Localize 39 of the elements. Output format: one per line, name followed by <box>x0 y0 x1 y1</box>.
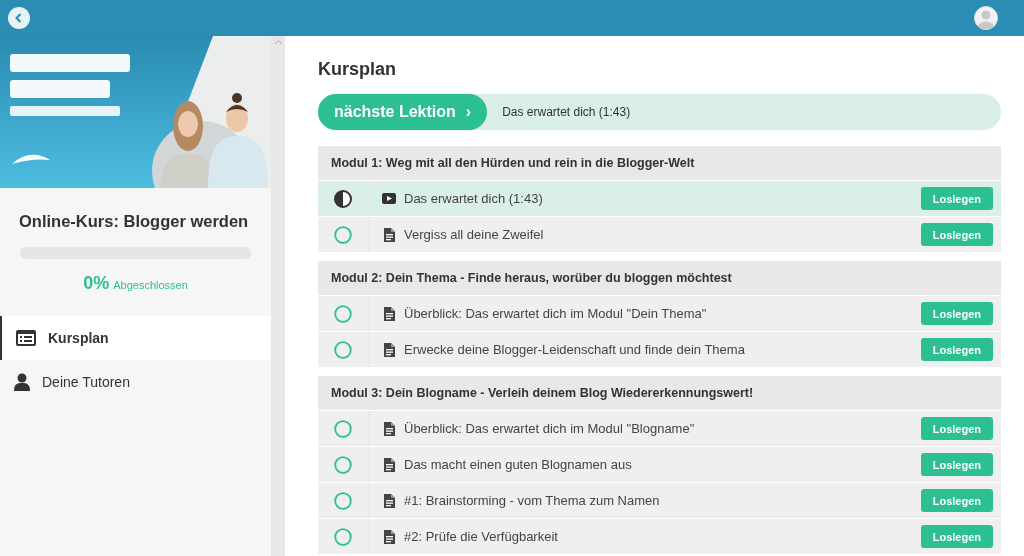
module-header: Modul 2: Dein Thema - Finde heraus, worüber du bloggen möchtest <box>318 261 1001 295</box>
lesson-row[interactable]: #1: Brainstorming - vom Thema zum Namen Loslegen <box>318 483 1001 518</box>
lesson-row[interactable]: Überblick: Das erwartet dich im Modul "Dein Thema" Loslegen <box>318 296 1001 331</box>
document-icon <box>383 457 395 472</box>
document-icon <box>383 342 395 357</box>
document-icon <box>383 493 395 508</box>
lesson-row[interactable]: Vergiss all deine Zweifel Loslegen <box>318 217 1001 252</box>
lesson-row[interactable]: Das macht einen guten Blognamen aus Loslegen <box>318 447 1001 482</box>
page-title: Kursplan <box>318 59 397 80</box>
lesson-title: Das erwartet dich (1:43) <box>404 191 544 206</box>
lesson-title: Überblick: Das erwartet dich im Modul "Dein Thema" <box>404 306 708 321</box>
person-icon <box>14 373 30 391</box>
lesson-title: Vergiss all deine Zweifel <box>404 227 545 242</box>
lesson-title: #2: Prüfe die Verfügbarkeit <box>404 529 559 544</box>
module-header: Modul 1: Weg mit all den Hürden und rein in die Blogger-Welt <box>318 146 1001 180</box>
nav-item[interactable]: Deine Tutoren <box>0 360 271 404</box>
progress-percent: 0% <box>83 273 110 294</box>
video-icon <box>382 193 396 204</box>
document-icon <box>383 421 395 436</box>
lesson-row[interactable]: #2: Prüfe die Verfügbarkeit Loslegen <box>318 519 1001 554</box>
progress-label: Abgeschlossen <box>113 279 188 291</box>
lesson-row[interactable]: Überblick: Das erwartet dich im Modul "Blogname" Loslegen <box>318 411 1001 446</box>
list-icon <box>16 330 36 346</box>
nav-item[interactable]: Kursplan <box>0 316 271 360</box>
lesson-title: Überblick: Das erwartet dich im Modul "Blogname" <box>404 421 696 436</box>
scroll-up-icon[interactable] <box>273 39 283 45</box>
document-icon <box>383 529 395 544</box>
avatar-icon[interactable] <box>974 6 998 30</box>
lesson-title: Erwecke deine Blogger-Leidenschaft und finde dein Thema <box>404 342 746 357</box>
lesson-row[interactable]: Erwecke deine Blogger-Leidenschaft und finde dein Thema Loslegen <box>318 332 1001 367</box>
module-header: Modul 3: Dein Blogname - Verleih deinem Blog Wiedererkennungswert! <box>318 376 1001 410</box>
course-title: Online-Kurs: Blogger werden <box>19 212 250 231</box>
lesson-title: #1: Brainstorming - vom Thema zum Namen <box>404 493 661 508</box>
lesson-row[interactable]: Das erwartet dich (1:43) Loslegen <box>318 181 1001 216</box>
document-icon <box>383 227 395 242</box>
lesson-title: Das macht einen guten Blognamen aus <box>404 457 633 472</box>
next-lesson-title: Das erwartet dich (1:43) <box>502 105 631 119</box>
document-icon <box>383 306 395 321</box>
back-button[interactable] <box>8 7 30 29</box>
